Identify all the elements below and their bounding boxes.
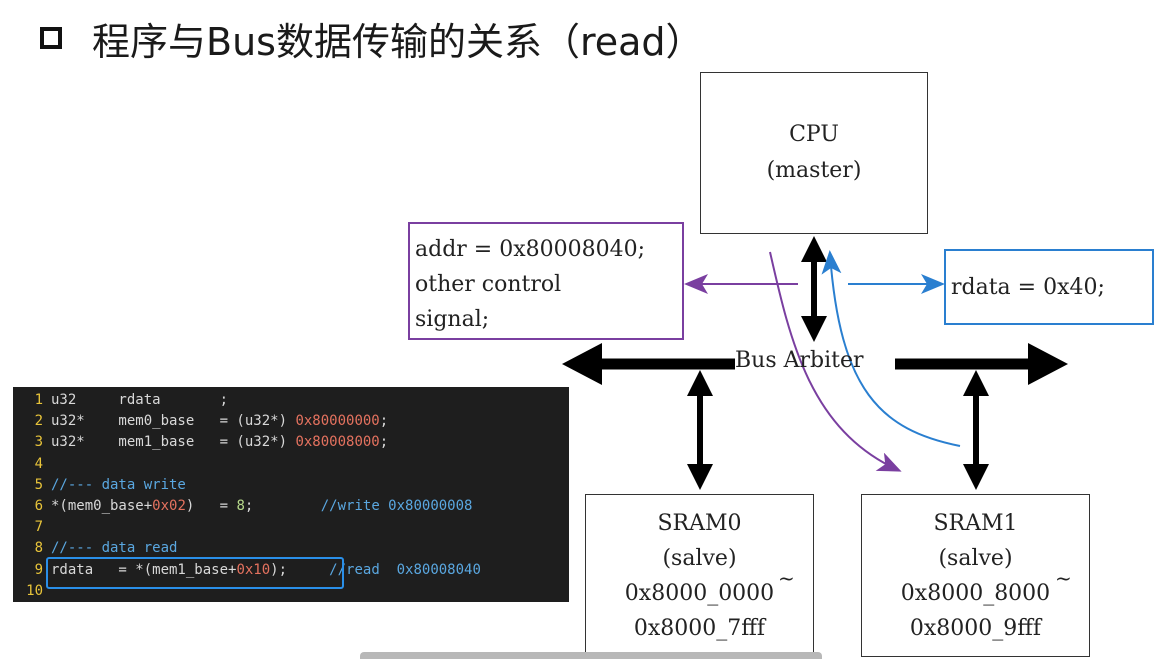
sram0-range-end: 0x8000_7fff [633, 615, 766, 641]
cpu-role: (master) [766, 158, 862, 183]
cpu-bus-link [801, 236, 827, 342]
sram1-role: (salve) [938, 545, 1013, 571]
sram0-label: SRAM0 [657, 510, 742, 536]
sram0-bus-link [687, 370, 713, 490]
sram1-bus-link [963, 370, 989, 490]
code-line: 4 [34, 455, 43, 472]
horizontal-scrollbar[interactable] [360, 652, 822, 659]
addr-line-3: signal; [415, 307, 490, 332]
sram0-range-start: 0x8000_0000 [624, 580, 775, 606]
code-line: 3 u32* mem1_base = (u32*) 0x80008000; [34, 434, 389, 451]
code-line: 2 u32* mem0_base = (u32*) 0x80000000; [34, 413, 389, 430]
bus-right-arrowhead [1028, 343, 1068, 385]
sram1-tilde: ~ [1055, 566, 1072, 590]
read-line-highlight [46, 557, 344, 589]
code-line: 6 *(mem0_base+ 0x02) = 8; //write 0x800000… [34, 497, 473, 514]
address-signal-box: addr = 0x80008040; other control signal; [408, 222, 684, 340]
cpu-master-box: CPU (master) [700, 72, 928, 234]
sram1-range-end: 0x8000_9fff [909, 615, 1042, 641]
code-line: 7 [34, 519, 43, 536]
sram1-label: SRAM1 [933, 510, 1018, 536]
addr-line-2: other control [415, 272, 562, 297]
code-line: 1 u32 rdata ; [34, 392, 229, 408]
addr-line-1: addr = 0x80008040; [415, 237, 646, 262]
rdata-text: rdata = 0x40; [951, 274, 1105, 300]
bus-arbiter-label: Bus Arbiter [735, 348, 864, 373]
sram0-tilde: ~ [778, 566, 795, 590]
sram1-range-start: 0x8000_8000 [900, 580, 1051, 606]
cpu-label: CPU [789, 122, 839, 147]
sram0-role: (salve) [662, 545, 737, 571]
bus-left-arrowhead [562, 343, 602, 385]
code-line: 5//--- data write [34, 476, 186, 493]
rdata-box: rdata = 0x40; [944, 249, 1154, 325]
